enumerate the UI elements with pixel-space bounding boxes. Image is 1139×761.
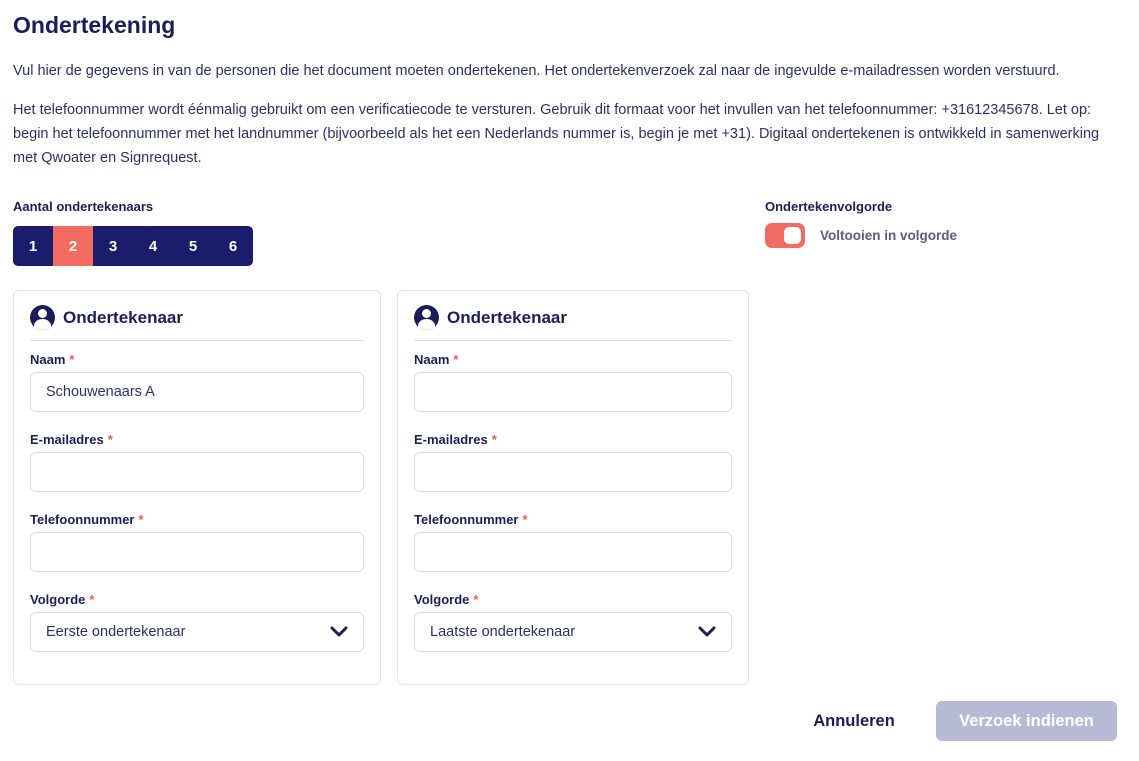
- signer-card-header: Ondertekenaar: [30, 305, 364, 341]
- phone-input[interactable]: [414, 532, 732, 572]
- name-label: Naam *: [30, 352, 75, 367]
- order-select[interactable]: Eerste ondertekenaar: [30, 612, 364, 652]
- name-input[interactable]: [30, 372, 364, 412]
- signing-order-label: Ondertekenvolgorde: [765, 199, 893, 214]
- email-label: E-mailadres *: [30, 432, 113, 447]
- phone-input[interactable]: [30, 532, 364, 572]
- signer-card-title: Ondertekenaar: [447, 308, 567, 327]
- signer-count-option-6[interactable]: 6: [213, 226, 253, 266]
- signer-count-option-3[interactable]: 3: [93, 226, 133, 266]
- email-input[interactable]: [414, 452, 732, 492]
- chevron-down-icon: [698, 626, 716, 637]
- phone-label: Telefoonnummer *: [414, 512, 528, 527]
- order-label: Volgorde *: [414, 592, 479, 607]
- order-select-value: Laatste ondertekenaar: [430, 624, 576, 640]
- signing-order-toggle-label: Voltooien in volgorde: [820, 228, 957, 243]
- signer-count-option-5[interactable]: 5: [173, 226, 213, 266]
- user-icon: [30, 305, 55, 330]
- email-input[interactable]: [30, 452, 364, 492]
- chevron-down-icon: [330, 626, 348, 637]
- signer-card-2: Ondertekenaar Naam * E-mailadres * Telefoo…: [397, 290, 749, 685]
- name-input[interactable]: [414, 372, 732, 412]
- order-label: Volgorde *: [30, 592, 95, 607]
- signer-card-title: Ondertekenaar: [63, 308, 183, 327]
- signer-card-header: Ondertekenaar: [414, 305, 732, 341]
- signer-count-label: Aantal ondertekenaars: [13, 199, 154, 214]
- order-select[interactable]: Laatste ondertekenaar: [414, 612, 732, 652]
- page-title: Ondertekening: [13, 12, 176, 38]
- email-label: E-mailadres *: [414, 432, 497, 447]
- submit-request-button[interactable]: Verzoek indienen: [936, 701, 1117, 741]
- signer-count-option-2[interactable]: 2: [53, 226, 93, 266]
- intro-text: Vul hier de gegevens in van de personen …: [13, 63, 1060, 79]
- signer-count-option-1[interactable]: 1: [13, 226, 53, 266]
- name-label: Naam *: [414, 352, 459, 367]
- signer-card-1: Ondertekenaar Naam* E-mailadres* Telefoo…: [13, 290, 381, 685]
- cancel-button[interactable]: Annuleren: [800, 702, 908, 740]
- signer-count-selector: 1 2 3 4 5 6: [13, 226, 253, 266]
- user-icon: [414, 305, 439, 330]
- order-select-value: Eerste ondertekenaar: [46, 624, 186, 640]
- phone-label: Telefoonnummer *: [30, 512, 144, 527]
- phone-info-text: Het telefoonnummer wordt éénmalig gebrui…: [13, 102, 1100, 166]
- signer-count-option-4[interactable]: 4: [133, 226, 173, 266]
- signing-order-toggle[interactable]: [765, 223, 805, 248]
- toggle-knob: [784, 227, 801, 244]
